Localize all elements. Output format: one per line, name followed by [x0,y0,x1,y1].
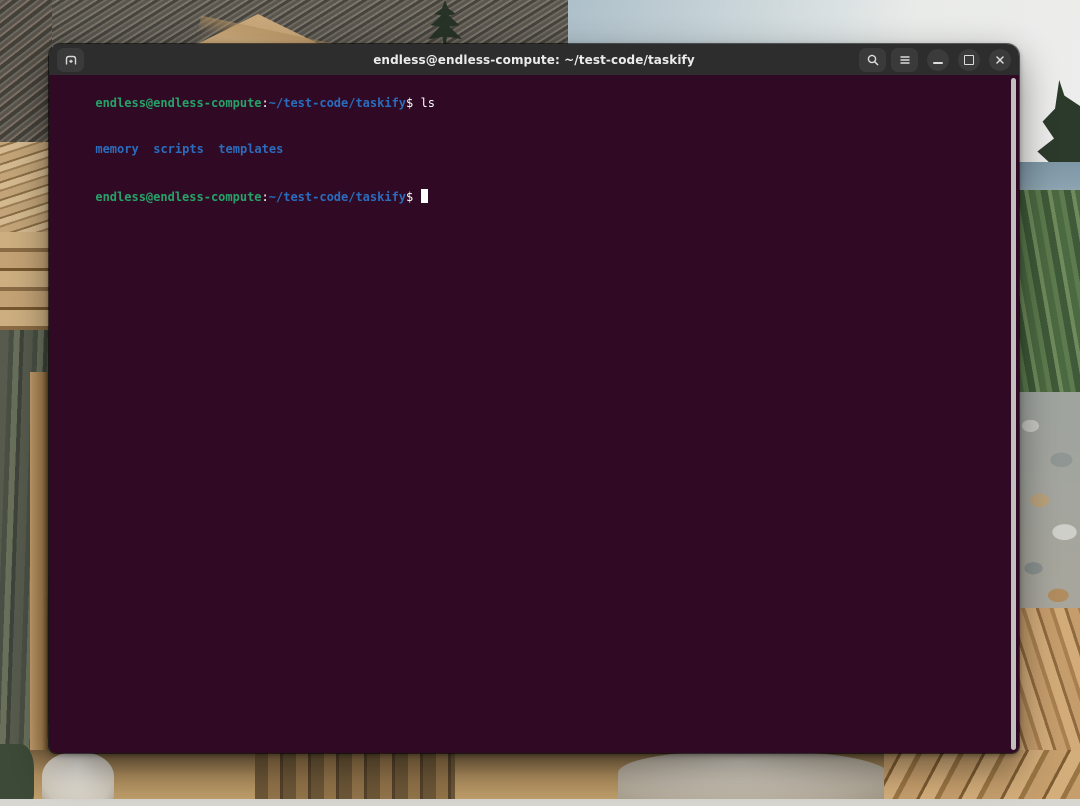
prompt-separator: : [262,190,269,204]
wallpaper-logs [0,232,52,334]
prompt-separator: : [262,96,269,110]
dir-templates: templates [218,142,283,156]
dir-memory: memory [95,142,138,156]
headerbar[interactable]: endless@endless-compute: ~/test-code/tas… [49,44,1019,75]
maximize-button[interactable] [958,49,980,71]
close-icon [994,54,1006,66]
close-button[interactable] [989,49,1011,71]
hamburger-menu-icon [897,52,913,68]
terminal-prompt-line-current: endless@endless-compute:~/test-code/task… [52,174,1015,222]
wallpaper-twigs-left [0,0,52,148]
menu-button[interactable] [891,48,918,72]
wallpaper-crates [884,750,1080,806]
dir-scripts: scripts [153,142,204,156]
prompt-user-host: endless@endless-compute [95,190,261,204]
wallpaper-slats [255,750,455,806]
wallpaper-light-band [0,799,1080,806]
minimize-button[interactable] [927,49,949,71]
prompt-symbol: $ [406,96,420,110]
prompt-path: ~/test-code/taskify [269,96,406,110]
wallpaper-forest [1018,190,1080,398]
search-button[interactable] [859,48,886,72]
scrollbar[interactable] [1011,78,1016,750]
wallpaper-carved-figure [42,752,114,806]
new-tab-icon [63,52,79,68]
prompt-user-host: endless@endless-compute [95,96,261,110]
wallpaper-plant [0,744,34,806]
wallpaper-shingles [0,142,52,236]
prompt-path: ~/test-code/taskify [269,190,406,204]
search-icon [865,52,881,68]
terminal-window: endless@endless-compute: ~/test-code/tas… [49,44,1019,753]
ls-output-line: memory scripts templates [52,127,1015,174]
command-text: ls [421,96,435,110]
terminal-screen[interactable]: endless@endless-compute:~/test-code/task… [49,75,1019,753]
wallpaper-rocks [1018,392,1080,618]
wallpaper-wood-post [30,372,47,754]
wallpaper-boulder [618,751,890,806]
prompt-symbol: $ [406,190,420,204]
new-tab-button[interactable] [57,48,84,72]
maximize-icon [964,55,974,65]
minimize-icon [933,62,943,64]
terminal-cursor [421,189,429,203]
terminal-prompt-line: endless@endless-compute:~/test-code/task… [52,80,1015,127]
